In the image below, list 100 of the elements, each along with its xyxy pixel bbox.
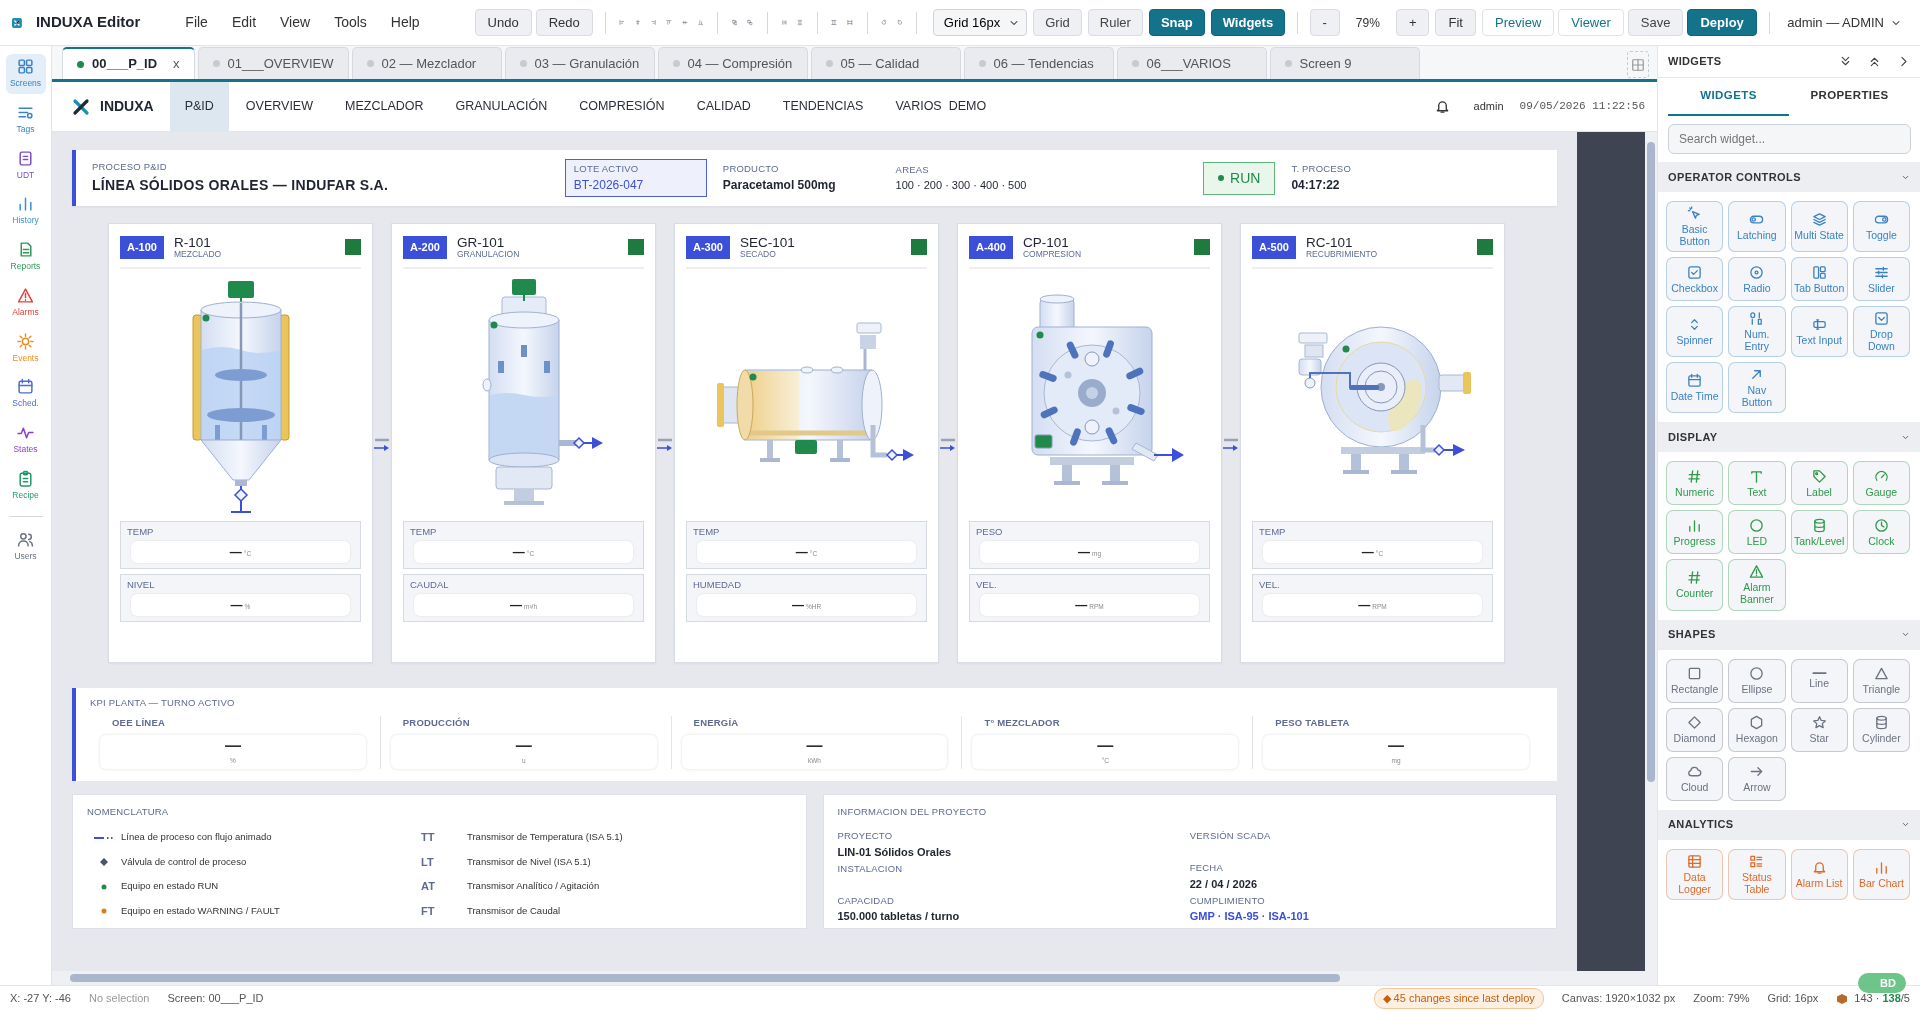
toggle-button[interactable]: Ruler	[1087, 8, 1143, 37]
widget-tile[interactable]: Basic Button	[1666, 201, 1724, 253]
widget-tile[interactable]: LED	[1728, 510, 1786, 555]
sidebar-item[interactable]: Recipe	[5, 465, 46, 506]
link-text[interactable]: GMP · ISA-95 · ISA-101	[1189, 908, 1542, 925]
widget-tile[interactable]: Alarm Banner	[1728, 559, 1786, 611]
nav-tab[interactable]: VARIOS DEMO	[880, 81, 1002, 132]
action-button[interactable]: Viewer	[1558, 8, 1624, 37]
nav-tab[interactable]: TENDENCIAS	[767, 81, 879, 132]
section-header[interactable]: ANALYTICS	[1658, 809, 1920, 840]
widget-tile[interactable]: Radio	[1728, 257, 1786, 302]
screen-tab[interactable]: Screen 9	[1269, 47, 1420, 79]
toggle-button[interactable]: Snap	[1148, 8, 1205, 37]
chevrons-up-icon[interactable]	[1868, 55, 1881, 68]
widget-tile[interactable]: Slider	[1852, 257, 1910, 302]
widget-tile[interactable]: Num. Entry	[1728, 306, 1786, 358]
sidebar-item[interactable]: Tags	[5, 99, 46, 140]
widget-tile[interactable]: Counter	[1666, 559, 1724, 611]
menu-item[interactable]: Tools	[325, 10, 376, 35]
widget-tile[interactable]: Checkbox	[1666, 257, 1724, 302]
zoom-out-button[interactable]: -	[1309, 8, 1340, 37]
widget-tile[interactable]: Alarm List	[1790, 848, 1848, 900]
grid-dropdown[interactable]: Grid 16px	[932, 8, 1028, 37]
section-header[interactable]: DISPLAY	[1658, 422, 1920, 453]
widget-tile[interactable]: Date Time	[1666, 362, 1724, 414]
widget-tile[interactable]: Tank/Level	[1790, 510, 1848, 555]
sidebar-item[interactable]: States	[5, 420, 46, 460]
nav-tab[interactable]: P&ID	[169, 81, 229, 132]
horizontal-scrollbar[interactable]	[52, 971, 1657, 985]
sidebar-item[interactable]: History	[5, 191, 46, 231]
widget-tile[interactable]: Text	[1728, 461, 1786, 506]
sidebar-item[interactable]: Users	[5, 526, 46, 567]
widget-tile[interactable]: Bar Chart	[1852, 848, 1910, 900]
sidebar-item[interactable]: Sched.	[5, 374, 46, 414]
widget-tile[interactable]: Text Input	[1790, 306, 1848, 358]
screen-tab[interactable]: 03 — Granulación	[504, 47, 655, 79]
nav-tab[interactable]: MEZCLADOR	[330, 81, 439, 132]
sidebar-item[interactable]: Screens	[5, 54, 46, 94]
screen-tab[interactable]: 06___VARIOS	[1116, 47, 1267, 79]
widget-tile[interactable]: Cylinder	[1852, 707, 1910, 752]
widget-tile[interactable]: Hexagon	[1728, 707, 1786, 752]
toolbar-button[interactable]: Undo	[474, 8, 532, 37]
widget-tile[interactable]: Progress	[1666, 510, 1724, 555]
panel-tab[interactable]: WIDGETS	[1668, 78, 1789, 116]
sidebar-item[interactable]: Alarms	[5, 282, 46, 323]
menu-item[interactable]: File	[176, 10, 217, 35]
screen-tab[interactable]: 00___P_ID x	[62, 47, 195, 79]
widget-tile[interactable]: Clock	[1852, 510, 1910, 555]
bell-icon[interactable]	[1434, 99, 1450, 114]
widget-tile[interactable]: Gauge	[1852, 461, 1910, 506]
nav-tab[interactable]: COMPRESIÓN	[564, 81, 680, 132]
menu-item[interactable]: Edit	[222, 10, 266, 35]
widget-tile[interactable]: Latching	[1728, 201, 1786, 253]
zoom-in-button[interactable]: +	[1395, 8, 1430, 37]
widget-tile[interactable]: Multi State	[1790, 201, 1848, 253]
chevrons-down-icon[interactable]	[1839, 55, 1852, 68]
nav-tab[interactable]: CALIDAD	[681, 81, 766, 132]
vertical-scrollbar[interactable]	[1645, 132, 1657, 971]
sidebar-item[interactable]: Reports	[5, 237, 46, 277]
widget-tile[interactable]: Tab Button	[1790, 257, 1848, 302]
action-button[interactable]: Preview	[1482, 8, 1555, 37]
widget-tile[interactable]: Arrow	[1728, 756, 1786, 801]
screen-tab[interactable]: 01___OVERVIEW	[197, 47, 349, 79]
panel-tab[interactable]: PROPERTIES	[1789, 78, 1910, 116]
nav-tab[interactable]: GRANULACIÓN	[440, 81, 563, 132]
section-header[interactable]: OPERATOR CONTROLS	[1658, 162, 1920, 192]
widget-tile[interactable]: Diamond	[1666, 707, 1724, 752]
close-button[interactable]: x	[173, 54, 180, 74]
screen-tab[interactable]: 05 — Calidad	[810, 47, 961, 79]
widget-tile[interactable]: Nav Button	[1728, 362, 1786, 414]
widget-tile[interactable]: Ellipse	[1728, 658, 1786, 703]
panel-grid-icon[interactable]	[1631, 58, 1645, 73]
menu-item[interactable]: Help	[381, 10, 429, 35]
widget-tile[interactable]: Line	[1790, 658, 1848, 703]
toolbar-button[interactable]: Redo	[535, 8, 593, 37]
fit-button[interactable]: Fit	[1435, 8, 1476, 37]
action-button[interactable]: Deploy	[1687, 8, 1757, 37]
action-button[interactable]: Save	[1627, 8, 1684, 37]
widget-tile[interactable]: Data Logger	[1666, 848, 1724, 900]
screen-tab[interactable]: 04 — Compresión	[657, 47, 808, 79]
widget-tile[interactable]: Rectangle	[1666, 658, 1724, 703]
widget-tile[interactable]: Star	[1790, 707, 1848, 752]
search-field[interactable]: Search widget...	[1668, 124, 1911, 154]
screen-tab[interactable]: 06 — Tendencias	[963, 47, 1114, 79]
toggle-button[interactable]: Widgets	[1210, 8, 1286, 37]
widget-tile[interactable]: Numeric	[1666, 461, 1724, 506]
user-menu[interactable]: admin — ADMIN	[1781, 11, 1908, 34]
widget-tile[interactable]: Triangle	[1852, 658, 1910, 703]
menu-item[interactable]: View	[271, 10, 320, 35]
nav-tab[interactable]: OVERVIEW	[230, 81, 328, 132]
widget-tile[interactable]: Cloud	[1666, 756, 1724, 801]
widget-tile[interactable]: Toggle	[1852, 201, 1910, 253]
toggle-button[interactable]: Grid	[1033, 8, 1082, 37]
screen-tab[interactable]: 02 — Mezclador	[351, 47, 502, 79]
widget-tile[interactable]: Label	[1790, 461, 1848, 506]
widget-tile[interactable]: Spinner	[1666, 306, 1724, 358]
widget-tile[interactable]: Status Table	[1728, 848, 1786, 900]
section-header[interactable]: SHAPES	[1658, 619, 1920, 650]
sidebar-item[interactable]: UDT	[5, 145, 46, 186]
widget-tile[interactable]: Drop Down	[1852, 306, 1910, 358]
